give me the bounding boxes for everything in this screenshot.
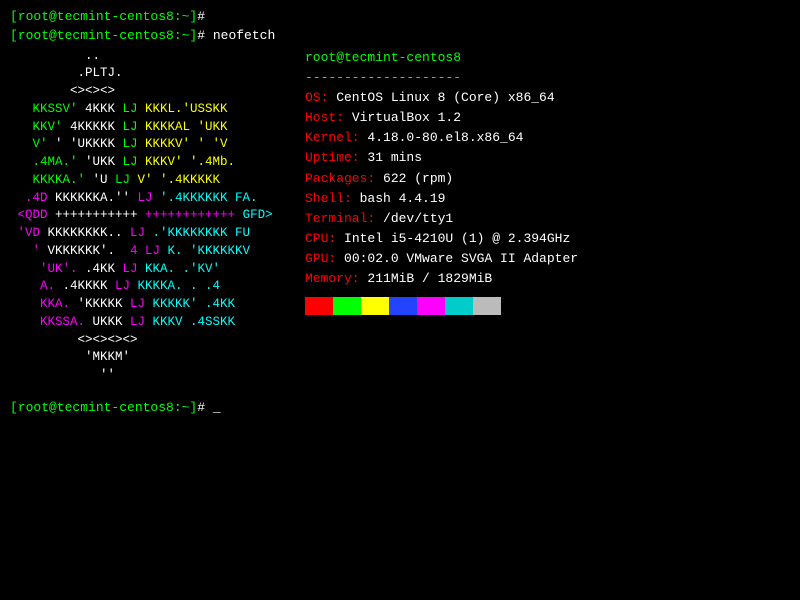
color-block-yellow (361, 297, 389, 315)
sysinfo-shell: Shell: bash 4.4.19 (305, 189, 578, 209)
sysinfo-userhost: root@tecmint-centos8 (305, 48, 578, 68)
neofetch-output: .. .PLTJ. <><><> KKSSV' 4KKK LJ KKKL.'US… (10, 48, 790, 385)
sysinfo-separator: -------------------- (305, 68, 578, 88)
sysinfo-terminal: Terminal: /dev/tty1 (305, 209, 578, 229)
sysinfo-gpu: GPU: 00:02.0 VMware SVGA II Adapter (305, 249, 578, 269)
sysinfo-host: Host: VirtualBox 1.2 (305, 108, 578, 128)
sysinfo-os: OS: CentOS Linux 8 (Core) x86_64 (305, 88, 578, 108)
sysinfo-uptime: Uptime: 31 mins (305, 148, 578, 168)
color-block-cyan (445, 297, 473, 315)
color-block-green (333, 297, 361, 315)
sysinfo-packages: Packages: 622 (rpm) (305, 169, 578, 189)
prompt-user: [root@tecmint-centos8:~] (10, 9, 197, 24)
ascii-art: .. .PLTJ. <><><> KKSSV' 4KKK LJ KKKL.'US… (10, 48, 300, 385)
terminal-window: [root@tecmint-centos8:~]# [root@tecmint-… (0, 0, 800, 600)
prompt-bottom-user: [root@tecmint-centos8:~] (10, 400, 197, 415)
prompt-bottom: [root@tecmint-centos8:~]# _ (10, 399, 790, 418)
sysinfo-kernel: Kernel: 4.18.0-80.el8.x86_64 (305, 128, 578, 148)
sysinfo-cpu: CPU: Intel i5-4210U (1) @ 2.394GHz (305, 229, 578, 249)
sysinfo-memory: Memory: 211MiB / 1829MiB (305, 269, 578, 289)
color-block-white (473, 297, 501, 315)
color-block-magenta (417, 297, 445, 315)
color-block-blue (389, 297, 417, 315)
sysinfo-panel: root@tecmint-centos8 -------------------… (300, 48, 578, 385)
color-block-red (305, 297, 333, 315)
prompt-user2: [root@tecmint-centos8:~] (10, 28, 197, 43)
prompt-line-2: [root@tecmint-centos8:~]# neofetch (10, 27, 790, 46)
color-blocks (305, 297, 578, 315)
prompt-line-1: [root@tecmint-centos8:~]# (10, 8, 790, 27)
